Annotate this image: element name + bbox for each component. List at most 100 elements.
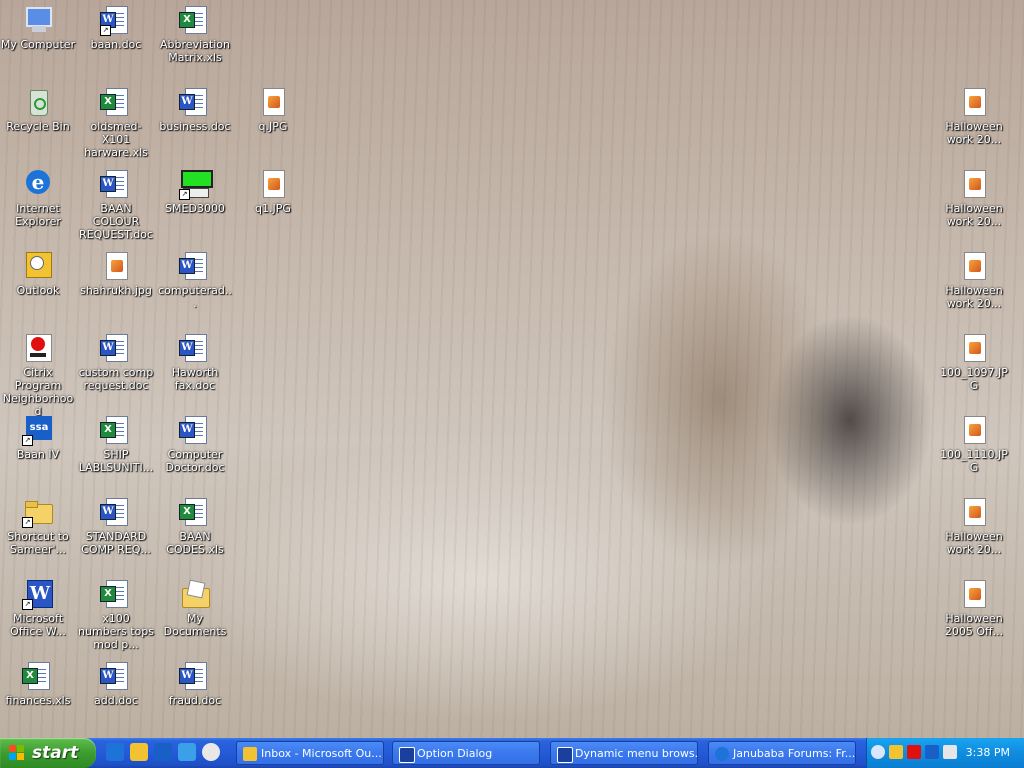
start-button[interactable]: start [0,738,96,768]
desktop-icon-halloween-3[interactable]: Halloween work 20... [936,250,1012,310]
excel-file-icon: X [100,578,132,610]
desktop-icon-shahrukh-jpg[interactable]: shahrukh.jpg [78,250,154,297]
desktop-icon-microsoft-word[interactable]: W ↗ Microsoft Office W... [0,578,76,638]
shortcut-arrow-icon: ↗ [100,25,111,36]
image-file-icon [257,86,289,118]
desktop-icon-baan-codes[interactable]: X BAAN CODES.xls [157,496,233,556]
desktop-icon-halloween-2[interactable]: Halloween work 20... [936,168,1012,228]
image-file-icon [958,496,990,528]
image-file-icon [958,86,990,118]
chevron-left-icon[interactable] [871,745,885,759]
word-file-icon: W [100,660,132,692]
desktop-icon-custom-comp-request[interactable]: W custom comp request.doc [78,332,154,392]
desktop-icon-finances-xls[interactable]: X finances.xls [0,660,76,707]
desktop-icon-my-documents[interactable]: My Documents [157,578,233,638]
media-player-icon[interactable] [202,743,220,761]
excel-file-icon: X [179,4,211,36]
desktop-icon-label: computerad... [158,284,232,310]
ie-icon[interactable] [106,743,124,761]
desktop-icon-smed3000[interactable]: ↗ SMED3000 [157,168,233,215]
image-file-icon [958,414,990,446]
desktop-icon-label: business.doc [159,120,231,133]
outlook-icon [22,250,54,282]
outlook-tray-icon[interactable] [889,745,903,759]
desktop-icon-ship-labl[interactable]: X SHIP LABLSUNITI... [78,414,154,474]
desktop-icon-q-jpg[interactable]: q.JPG [235,86,311,133]
taskbar-button-dynamic-menu[interactable]: Dynamic menu brows... [550,741,698,765]
desktop-icon-abbreviation-matrix[interactable]: X Abbreviation Matrix.xls [157,4,233,64]
desktop-icon-label: Internet Explorer [15,202,61,228]
desktop-icon-computerad[interactable]: W computerad... [157,250,233,310]
network-tray-icon[interactable] [907,745,921,759]
desktop-icon-label: Microsoft Office W... [10,612,66,638]
desktop-icon-computer-doctor[interactable]: W Computer Doctor.doc [157,414,233,474]
desktop-icon-label: oldsmed-X101 harware.xls [84,120,148,159]
desktop-icon-oldsmed-xls[interactable]: X oldsmed-X101 harware.xls [78,86,154,159]
desktop-icon-label: My Computer [0,38,76,51]
desktop-icon-baan-iv[interactable]: ssa ↗ Baan IV [0,414,76,461]
desktop-icon-label: Recycle Bin [6,120,70,133]
desktop-icon-label: fraud.doc [168,694,222,707]
start-label: start [32,743,79,763]
desktop-icon-label: Outlook [16,284,60,297]
desktop-icon-outlook[interactable]: Outlook [0,250,76,297]
desktop-icon-label: BAAN COLOUR REQUEST.doc [79,202,153,241]
ie-alt-icon[interactable] [178,743,196,761]
desktop-icon-haworth-fax[interactable]: W Haworth fax.doc [157,332,233,392]
image-file-icon [958,250,990,282]
desktop-icon-halloween-4[interactable]: Halloween work 20... [936,496,1012,556]
antivirus-tray-icon[interactable] [925,745,939,759]
image-file-icon [958,578,990,610]
shield-icon[interactable] [943,745,957,759]
taskbar-button-label: Option Dialog [417,747,493,760]
desktop-icon-label: q1.JPG [255,202,291,215]
taskbar-button-janubaba-forums[interactable]: Janubaba Forums: Fr... [708,741,856,765]
recycle-bin-icon [22,86,54,118]
desktop-icon-label: Citrix Program Neighborhood [2,366,74,418]
desktop-icon-recycle-bin[interactable]: Recycle Bin [0,86,76,133]
desktop-icon-my-computer[interactable]: My Computer [0,4,76,51]
desktop-icon-label: Halloween work 20... [945,530,1003,556]
outlook-icon[interactable] [130,743,148,761]
desktop-icon-baan-colour-request[interactable]: W BAAN COLOUR REQUEST.doc [78,168,154,241]
desktop-icon-halloween-1[interactable]: Halloween work 20... [936,86,1012,146]
word-file-icon: W [179,250,211,282]
desktop-icon-100-1110[interactable]: 100_1110.JPG [936,414,1012,474]
desktop-icon-halloween-2005[interactable]: Halloween 2005 Off... [936,578,1012,638]
shortcut-arrow-icon: ↗ [22,517,33,528]
desktop-icon-label: q.JPG [258,120,288,133]
image-file-icon [958,168,990,200]
taskbar-button-option-dialog[interactable]: Option Dialog [392,741,540,765]
smed-terminal-icon: ↗ [179,168,213,200]
ssa-icon[interactable] [154,743,172,761]
desktop-icon-baan-doc[interactable]: W ↗ baan.doc [78,4,154,51]
desktop-icon-standard-comp-req[interactable]: W STANDARD COMP REQ... [78,496,154,556]
desktop-icon-internet-explorer[interactable]: e Internet Explorer [0,168,76,228]
taskbar-button-inbox[interactable]: Inbox - Microsoft Ou... [236,741,384,765]
desktop-icon-100-1097[interactable]: 100_1097.JPG [936,332,1012,392]
word-file-icon: W [179,86,211,118]
desktop-icon-label: baan.doc [90,38,142,51]
desktop-icon-label: Halloween work 20... [945,202,1003,228]
desktop-icon-shortcut-sameer[interactable]: ↗ Shortcut to Sameer'... [0,496,76,556]
desktop-icon-label: Computer Doctor.doc [165,448,225,474]
word-file-icon: W [100,496,132,528]
clock[interactable]: 3:38 PM [966,738,1010,768]
desktop-icon-label: Halloween work 20... [945,120,1003,146]
desktop-icon-x100-numbers[interactable]: X x100 numbers tops mod p... [78,578,154,651]
word-app-icon: W ↗ [22,578,54,610]
desktop-icon-add-doc[interactable]: W add.doc [78,660,154,707]
shortcut-arrow-icon: ↗ [179,189,190,200]
desktop-icon-citrix[interactable]: Citrix Program Neighborhood [0,332,76,418]
desktop-icon-q1-jpg[interactable]: q1.JPG [235,168,311,215]
desktop-icon-fraud-doc[interactable]: W fraud.doc [157,660,233,707]
desktop-icon-label: Haworth fax.doc [171,366,219,392]
word-file-icon: W [179,660,211,692]
excel-file-icon: X [179,496,211,528]
desktop-icon-label: SMED3000 [165,202,225,215]
desktop-icon-business-doc[interactable]: W business.doc [157,86,233,133]
desktop-icon-label: Baan IV [16,448,60,461]
folder-icon: ↗ [22,496,54,528]
desktop-icon-label: My Documents [163,612,227,638]
desktop-icon-label: Shortcut to Sameer'... [7,530,69,556]
